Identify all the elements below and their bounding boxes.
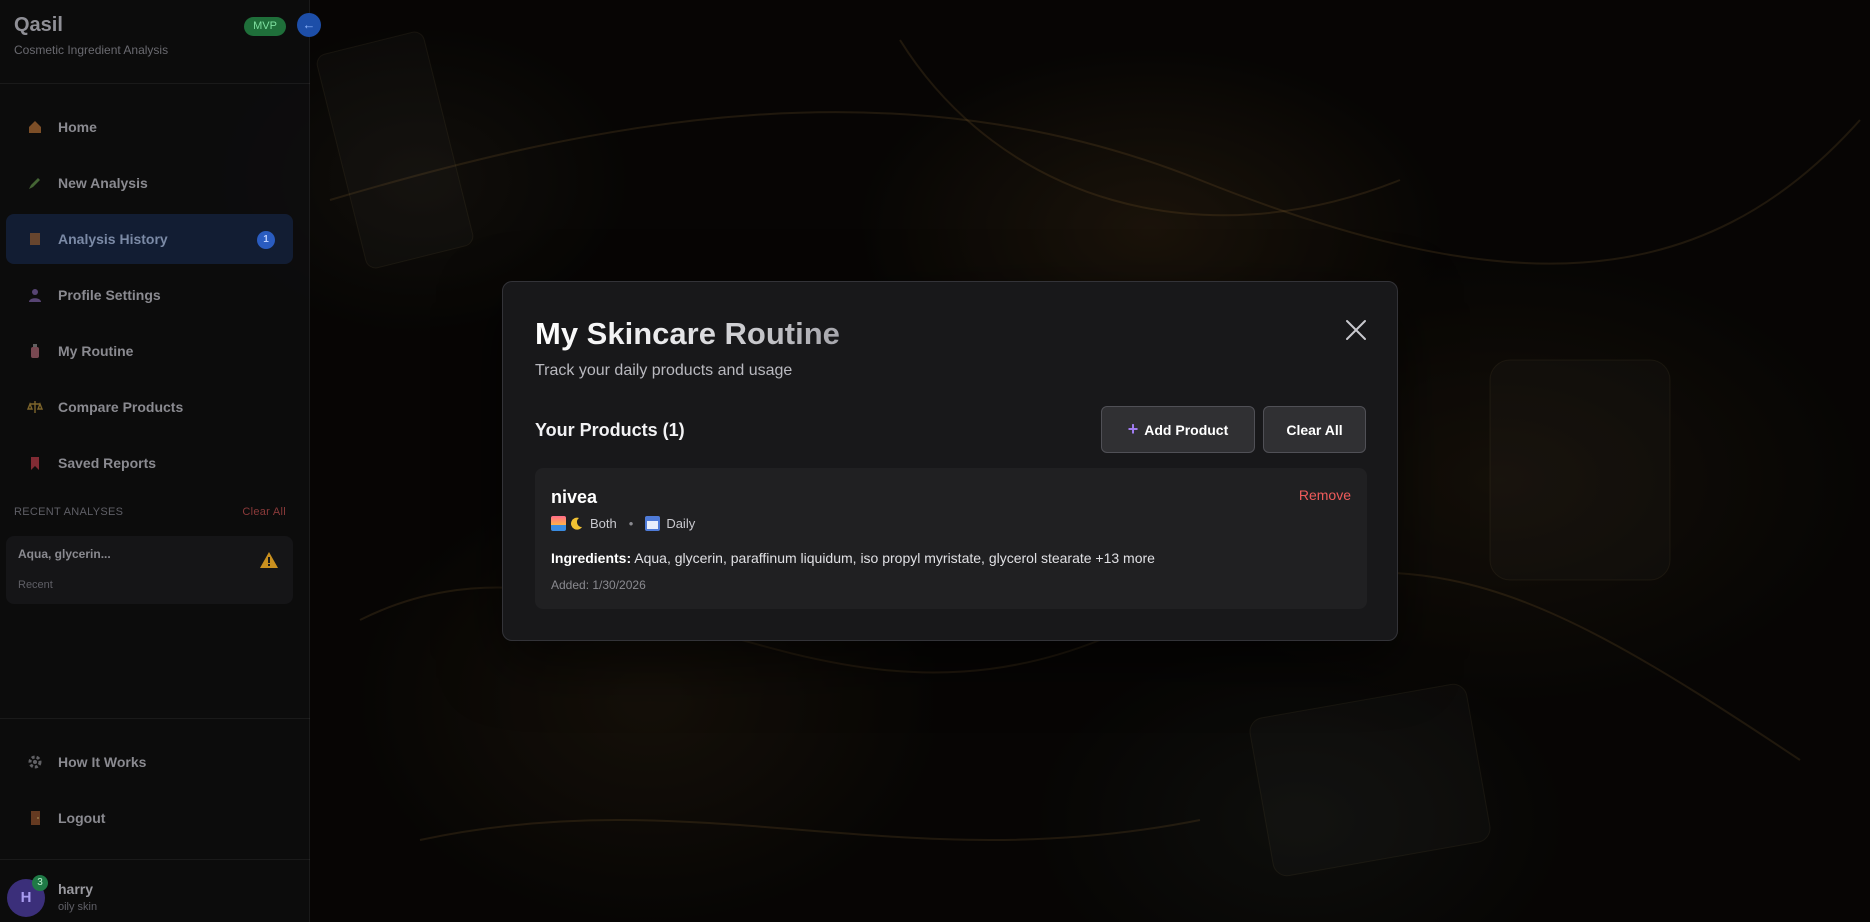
product-ingredients: Ingredients: Aqua, glycerin, paraffinum … <box>551 550 1155 566</box>
sidebar-item-label: Profile Settings <box>58 287 161 303</box>
calendar-icon <box>645 516 661 531</box>
notification-badge: 3 <box>32 875 48 891</box>
clear-all-label: Clear All <box>1286 421 1343 438</box>
warning-icon <box>260 552 278 568</box>
brand: Qasil Cosmetic Ingredient Analysis <box>14 14 168 57</box>
gear-icon <box>26 753 44 771</box>
recent-analysis-subtitle: Recent <box>18 579 53 591</box>
sunrise-icon <box>551 516 566 531</box>
sidebar-item-profile-settings[interactable]: Profile Settings <box>6 270 293 320</box>
sidebar-item-how-it-works[interactable]: How It Works <box>6 737 293 787</box>
modal-subtitle: Track your daily products and usage <box>535 362 793 379</box>
recent-analyses-title: RECENT ANALYSES <box>14 506 124 518</box>
door-icon <box>26 809 44 827</box>
recent-analysis-title: Aqua, glycerin... <box>18 547 111 561</box>
divider <box>0 859 310 860</box>
sidebar-item-label: Analysis History <box>58 231 168 247</box>
book-icon <box>26 230 44 248</box>
skincare-routine-modal: My Skincare Routine Track your daily pro… <box>502 281 1398 641</box>
scale-icon <box>26 398 44 416</box>
bookmark-icon <box>26 454 44 472</box>
divider <box>0 718 310 719</box>
clear-all-button[interactable]: Clear All <box>1263 406 1366 453</box>
user-name: harry <box>58 881 94 897</box>
history-count-badge: 1 <box>257 231 275 249</box>
recent-analyses-header: RECENT ANALYSES Clear All <box>14 506 286 518</box>
ingredients-list: Aqua, glycerin, paraffinum liquidum, iso… <box>634 550 1155 566</box>
pencil-icon <box>26 174 44 192</box>
sidebar-item-my-routine[interactable]: My Routine <box>6 326 293 376</box>
sidebar-item-label: Home <box>58 119 97 135</box>
arrow-left-icon: ← <box>302 17 316 32</box>
product-added-date: Added: 1/30/2026 <box>551 578 646 592</box>
collapse-sidebar-button[interactable]: ← <box>297 13 321 37</box>
app-subtitle: Cosmetic Ingredient Analysis <box>14 43 169 57</box>
products-heading: Your Products (1) <box>535 420 685 440</box>
bottle-icon <box>26 342 44 360</box>
separator-dot: • <box>628 516 634 531</box>
sidebar-item-label: Saved Reports <box>58 455 157 471</box>
add-product-button[interactable]: + Add Product <box>1101 406 1255 453</box>
home-icon <box>26 118 44 136</box>
sidebar-item-label: Compare Products <box>58 399 184 415</box>
sidebar-item-new-analysis[interactable]: New Analysis <box>6 158 293 208</box>
divider <box>0 83 310 84</box>
usage-time: Both <box>590 516 617 531</box>
ingredients-label: Ingredients: <box>551 550 632 566</box>
sidebar-item-label: How It Works <box>58 754 147 770</box>
sidebar-item-saved-reports[interactable]: Saved Reports <box>6 438 293 488</box>
user-skin-type: oily skin <box>58 901 98 913</box>
moon-icon <box>571 517 582 530</box>
plus-icon: + <box>1127 419 1139 439</box>
user-icon <box>26 286 44 304</box>
recent-analysis-item[interactable]: Aqua, glycerin... Recent <box>6 536 293 604</box>
sidebar-item-label: Logout <box>58 810 106 826</box>
sidebar-item-logout[interactable]: Logout <box>6 793 293 843</box>
add-product-label: Add Product <box>1144 421 1229 438</box>
sidebar: Qasil Cosmetic Ingredient Analysis MVP ←… <box>0 0 321 922</box>
sidebar-item-home[interactable]: Home <box>6 102 293 152</box>
product-meta: Both • Daily <box>551 516 695 531</box>
sidebar-item-label: My Routine <box>58 343 134 359</box>
modal-title: My Skincare Routine <box>535 316 840 351</box>
sidebar-item-label: New Analysis <box>58 175 148 191</box>
sidebar-item-analysis-history[interactable]: Analysis History 1 <box>6 214 293 264</box>
usage-frequency: Daily <box>666 516 696 531</box>
recent-clear-all-link[interactable]: Clear All <box>242 506 286 518</box>
mvp-badge: MVP <box>244 17 286 36</box>
remove-product-link[interactable]: Remove <box>1299 487 1351 503</box>
close-icon[interactable] <box>1343 317 1369 343</box>
app-name: Qasil <box>14 14 63 36</box>
product-name: nivea <box>551 487 598 507</box>
product-card: nivea Remove Both • Daily Ingredients: A… <box>535 468 1367 609</box>
sidebar-item-compare-products[interactable]: Compare Products <box>6 382 293 432</box>
